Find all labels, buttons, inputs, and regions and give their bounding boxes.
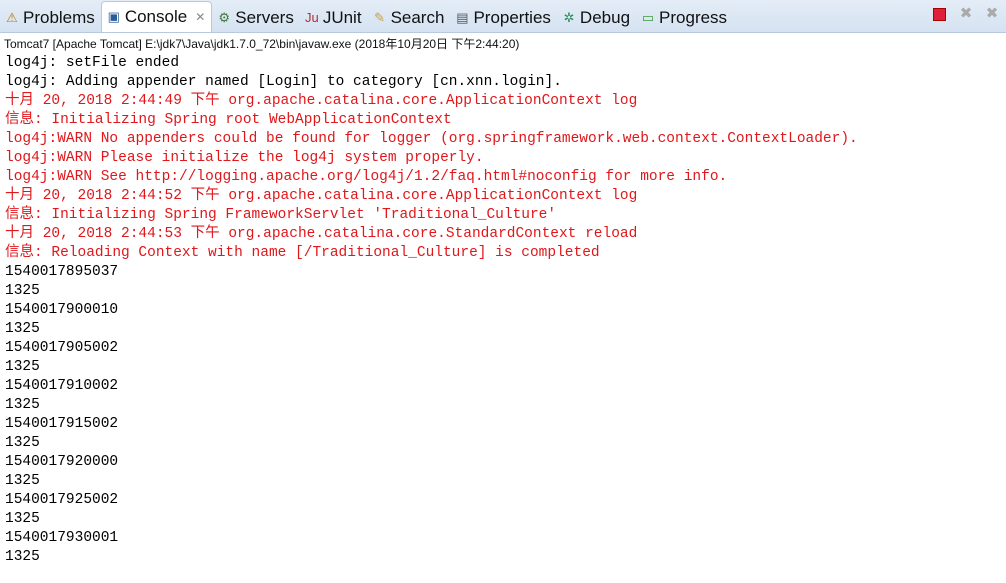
console-line: log4j: Adding appender named [Login] to … [5, 74, 562, 90]
remove-launch-icon[interactable]: ✖ [958, 6, 974, 22]
console-line: log4j:WARN See http://logging.apache.org… [5, 169, 728, 185]
console-icon: ▣ [107, 9, 120, 24]
console-line: 1325 [5, 321, 40, 337]
tab-label: Progress [659, 8, 728, 27]
tab-problems[interactable]: ⚠ Problems [0, 4, 101, 32]
progress-icon: ▭ [641, 10, 655, 25]
console-line: 十月 20, 2018 2:44:52 下午 org.apache.catali… [5, 188, 638, 204]
problems-icon: ⚠ [6, 10, 18, 25]
console-line: 1325 [5, 435, 40, 451]
console-toolbar: ✖ ✖ [931, 6, 1000, 23]
console-line: 信息: Initializing Spring FrameworkServlet… [5, 207, 557, 223]
view-tab-bar: ⚠ Problems ▣ Console ✕ ⚙ Servers Ju JUnit ✎ Search… [0, 0, 1006, 33]
console-line: 1540017905002 [5, 340, 119, 356]
tab-progress[interactable]: ▭ Progress [636, 4, 733, 32]
console-line: log4j: setFile ended [5, 55, 180, 71]
console-line: 十月 20, 2018 2:44:49 下午 org.apache.catali… [5, 93, 638, 109]
tab-label: Console [124, 7, 188, 26]
console-line: 1540017910002 [5, 378, 119, 394]
console-line: 1325 [5, 473, 40, 489]
tab-label: Properties [473, 8, 551, 27]
tab-label: Problems [23, 8, 95, 27]
tab-servers[interactable]: ⚙ Servers [212, 4, 300, 32]
search-icon: ✎ [374, 10, 386, 25]
tab-console[interactable]: ▣ Console ✕ [100, 1, 213, 32]
console-line: 信息: Reloading Context with name [/Tradit… [5, 245, 600, 261]
servers-icon: ⚙ [218, 10, 231, 25]
console-line: 1325 [5, 359, 40, 375]
process-label: Tomcat7 [Apache Tomcat] E:\jdk7\Java\jdk… [4, 37, 520, 51]
console-line: 1540017895037 [5, 264, 119, 280]
tab-search[interactable]: ✎ Search [368, 4, 451, 32]
debug-icon: ✲ [563, 10, 575, 25]
tab-label: Servers [235, 8, 294, 27]
tab-debug[interactable]: ✲ Debug [557, 4, 636, 32]
console-line: 1540017925002 [5, 492, 119, 508]
tab-label: Search [390, 8, 445, 27]
console-line: 1325 [5, 397, 40, 413]
console-output[interactable]: log4j: setFile ended log4j: Adding append… [0, 53, 1006, 568]
tab-properties[interactable]: ▤ Properties [450, 4, 556, 32]
console-line: 1325 [5, 549, 40, 565]
remove-all-icon[interactable]: ✖ [984, 6, 1000, 22]
console-line: 1540017920000 [5, 454, 119, 470]
console-line: log4j:WARN Please initialize the log4j s… [5, 150, 484, 166]
junit-icon: Ju [304, 10, 319, 25]
console-line: 1540017915002 [5, 416, 119, 432]
console-line: log4j:WARN No appenders could be found f… [5, 131, 858, 147]
console-line: 信息: Initializing Spring root WebApplicat… [5, 112, 452, 128]
properties-icon: ▤ [456, 10, 469, 25]
terminate-icon[interactable] [933, 8, 946, 21]
close-tab-icon[interactable]: ✕ [195, 10, 205, 24]
console-line: 1325 [5, 283, 40, 299]
tab-label: Debug [579, 8, 631, 27]
console-line: 十月 20, 2018 2:44:53 下午 org.apache.catali… [5, 226, 638, 242]
console-line: 1540017930001 [5, 530, 119, 546]
tab-junit[interactable]: Ju JUnit [300, 4, 368, 32]
console-line: 1325 [5, 511, 40, 527]
tab-label: JUnit [322, 8, 362, 27]
console-line: 1540017900010 [5, 302, 119, 318]
